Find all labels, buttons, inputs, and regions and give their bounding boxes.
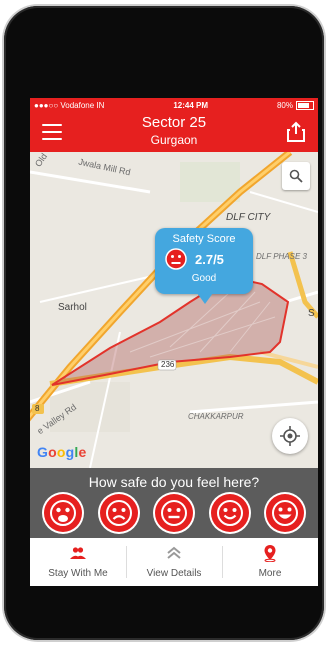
unsafe-face-icon xyxy=(105,500,132,526)
feedback-faces xyxy=(44,494,304,536)
phone-frame: ●●●○○ Vodafone IN 12:44 PM 80% Sector 25… xyxy=(4,6,324,640)
location-pin-icon xyxy=(264,545,276,562)
time-label: 12:44 PM xyxy=(173,100,209,110)
map-label-8: 8 xyxy=(35,404,40,413)
nav-subtitle: Gurgaon xyxy=(150,133,198,147)
tab-view-details[interactable]: View Details xyxy=(126,538,222,586)
map-label-chakkarpur: CHAKKARPUR xyxy=(188,412,244,421)
map-label-sarhol: Sarhol xyxy=(58,302,87,313)
map-label-s: S xyxy=(308,308,315,319)
nav-bar: Sector 25 Gurgaon xyxy=(30,112,318,152)
callout-score: 2.7/5 xyxy=(195,252,224,267)
safe-face-icon xyxy=(216,500,243,526)
app-screen: ●●●○○ Vodafone IN 12:44 PM 80% Sector 25… xyxy=(30,98,318,586)
my-location-button[interactable] xyxy=(272,418,308,454)
battery-icon xyxy=(296,100,314,110)
tab-label-view-details: View Details xyxy=(146,568,202,579)
status-bar: ●●●○○ Vodafone IN 12:44 PM 80% xyxy=(30,98,318,112)
very-safe-face-icon xyxy=(272,500,298,526)
crosshair-icon xyxy=(280,426,300,446)
map-label-236: 236 xyxy=(161,360,175,369)
neutral-face-icon xyxy=(161,500,187,526)
map-search-button[interactable] xyxy=(282,162,310,190)
tab-label-stay-with-me: Stay With Me xyxy=(48,568,108,579)
feedback-panel: How safe do you feel here? Stay With Me … xyxy=(30,468,318,586)
battery-label: 80% xyxy=(276,100,293,110)
very-safe-face-button[interactable] xyxy=(266,494,304,532)
search-icon xyxy=(289,169,303,183)
tab-stay-with-me[interactable]: Stay With Me xyxy=(30,538,126,586)
callout-status: Good xyxy=(191,273,217,284)
safety-score-callout[interactable]: Safety Score 2.7/5 Good xyxy=(155,228,253,304)
map-label-dlf-phase: DLF PHASE 3 xyxy=(256,252,307,261)
very-unsafe-face-button[interactable] xyxy=(44,494,82,532)
feedback-question: How safe do you feel here? xyxy=(88,474,260,490)
bottom-tab-bar: Stay With Me View Details More xyxy=(30,538,318,586)
neutral-face-button[interactable] xyxy=(155,494,193,532)
share-icon[interactable] xyxy=(284,120,308,144)
map-label-dlf-city: DLF CITY xyxy=(226,212,271,223)
callout-title: Safety Score xyxy=(172,233,236,245)
map-view[interactable]: Old Jwala Mill Rd DLF CITY DLF PHASE 3 S… xyxy=(30,151,318,468)
safe-face-button[interactable] xyxy=(210,494,249,532)
battery-indicator: 80% xyxy=(276,100,314,110)
unsafe-face-icon xyxy=(165,248,187,270)
tab-more[interactable]: More xyxy=(222,538,318,586)
people-icon xyxy=(70,547,86,559)
nav-title: Sector 25 xyxy=(141,114,207,131)
carrier-label: ●●●○○ Vodafone IN xyxy=(34,100,105,110)
google-logo: Google xyxy=(37,444,87,460)
unsafe-face-button[interactable] xyxy=(99,494,138,532)
chevrons-up-icon xyxy=(167,546,181,559)
tab-label-more: More xyxy=(258,568,282,579)
very-unsafe-face-icon xyxy=(50,500,76,526)
